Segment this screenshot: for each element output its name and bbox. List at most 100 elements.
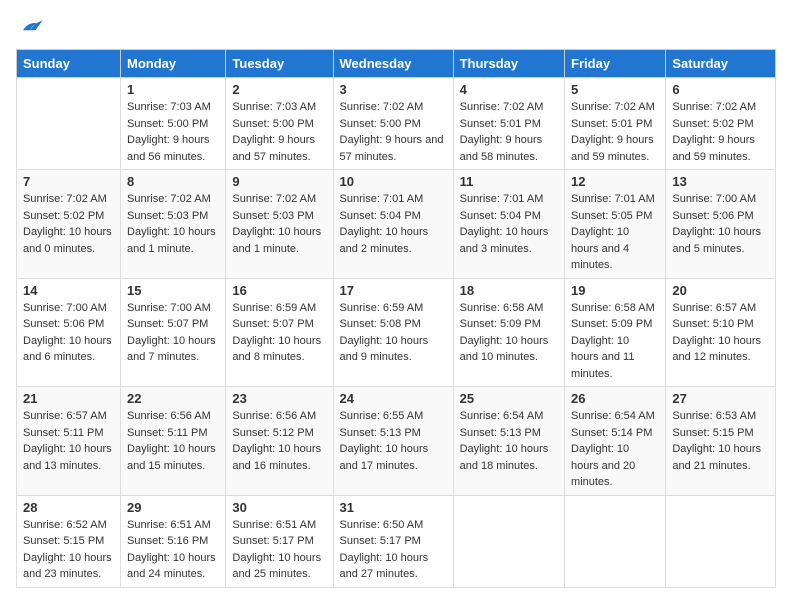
day-number: 27 <box>672 391 769 406</box>
daylight: Daylight: 9 hours and 57 minutes. <box>232 132 326 165</box>
week-row-2: 7 Sunrise: 7:02 AM Sunset: 5:02 PM Dayli… <box>17 170 776 279</box>
sunrise: Sunrise: 6:54 AM <box>571 408 659 425</box>
sunset: Sunset: 5:14 PM <box>571 425 659 442</box>
day-number: 19 <box>571 283 659 298</box>
sunset: Sunset: 5:03 PM <box>232 208 326 225</box>
daylight: Daylight: 10 hours and 21 minutes. <box>672 441 769 474</box>
calendar-cell: 19 Sunrise: 6:58 AM Sunset: 5:09 PM Dayl… <box>565 278 666 387</box>
calendar-cell: 29 Sunrise: 6:51 AM Sunset: 5:16 PM Dayl… <box>121 495 226 587</box>
day-number: 13 <box>672 174 769 189</box>
calendar-cell: 17 Sunrise: 6:59 AM Sunset: 5:08 PM Dayl… <box>333 278 453 387</box>
daylight: Daylight: 10 hours and 13 minutes. <box>23 441 114 474</box>
day-info: Sunrise: 7:02 AM Sunset: 5:00 PM Dayligh… <box>340 99 447 165</box>
sunset: Sunset: 5:05 PM <box>571 208 659 225</box>
day-info: Sunrise: 6:56 AM Sunset: 5:12 PM Dayligh… <box>232 408 326 474</box>
calendar-cell: 1 Sunrise: 7:03 AM Sunset: 5:00 PM Dayli… <box>121 78 226 170</box>
sunset: Sunset: 5:10 PM <box>672 316 769 333</box>
day-info: Sunrise: 7:02 AM Sunset: 5:03 PM Dayligh… <box>232 191 326 257</box>
sunrise: Sunrise: 6:51 AM <box>232 517 326 534</box>
sunset: Sunset: 5:06 PM <box>23 316 114 333</box>
sunset: Sunset: 5:09 PM <box>460 316 558 333</box>
sunrise: Sunrise: 6:59 AM <box>340 300 447 317</box>
day-number: 26 <box>571 391 659 406</box>
sunrise: Sunrise: 6:58 AM <box>571 300 659 317</box>
sunset: Sunset: 5:11 PM <box>127 425 219 442</box>
day-number: 20 <box>672 283 769 298</box>
sunset: Sunset: 5:03 PM <box>127 208 219 225</box>
calendar-cell: 9 Sunrise: 7:02 AM Sunset: 5:03 PM Dayli… <box>226 170 333 279</box>
daylight: Daylight: 10 hours and 16 minutes. <box>232 441 326 474</box>
calendar-cell: 22 Sunrise: 6:56 AM Sunset: 5:11 PM Dayl… <box>121 387 226 496</box>
sunset: Sunset: 5:15 PM <box>672 425 769 442</box>
day-header-friday: Friday <box>565 50 666 78</box>
calendar-cell: 7 Sunrise: 7:02 AM Sunset: 5:02 PM Dayli… <box>17 170 121 279</box>
day-number: 23 <box>232 391 326 406</box>
day-info: Sunrise: 6:59 AM Sunset: 5:08 PM Dayligh… <box>340 300 447 366</box>
sunset: Sunset: 5:17 PM <box>232 533 326 550</box>
calendar-table: SundayMondayTuesdayWednesdayThursdayFrid… <box>16 49 776 588</box>
day-number: 25 <box>460 391 558 406</box>
calendar-cell: 5 Sunrise: 7:02 AM Sunset: 5:01 PM Dayli… <box>565 78 666 170</box>
daylight: Daylight: 10 hours and 25 minutes. <box>232 550 326 583</box>
sunrise: Sunrise: 7:02 AM <box>460 99 558 116</box>
day-number: 24 <box>340 391 447 406</box>
day-info: Sunrise: 6:57 AM Sunset: 5:10 PM Dayligh… <box>672 300 769 366</box>
day-number: 31 <box>340 500 447 515</box>
calendar-cell: 26 Sunrise: 6:54 AM Sunset: 5:14 PM Dayl… <box>565 387 666 496</box>
daylight: Daylight: 10 hours and 17 minutes. <box>340 441 447 474</box>
daylight: Daylight: 10 hours and 18 minutes. <box>460 441 558 474</box>
day-info: Sunrise: 7:02 AM Sunset: 5:02 PM Dayligh… <box>672 99 769 165</box>
sunrise: Sunrise: 7:00 AM <box>672 191 769 208</box>
day-info: Sunrise: 6:54 AM Sunset: 5:13 PM Dayligh… <box>460 408 558 474</box>
day-info: Sunrise: 6:59 AM Sunset: 5:07 PM Dayligh… <box>232 300 326 366</box>
calendar-cell: 27 Sunrise: 6:53 AM Sunset: 5:15 PM Dayl… <box>666 387 776 496</box>
day-number: 8 <box>127 174 219 189</box>
sunset: Sunset: 5:16 PM <box>127 533 219 550</box>
calendar-cell: 18 Sunrise: 6:58 AM Sunset: 5:09 PM Dayl… <box>453 278 564 387</box>
sunrise: Sunrise: 6:57 AM <box>23 408 114 425</box>
day-info: Sunrise: 6:52 AM Sunset: 5:15 PM Dayligh… <box>23 517 114 583</box>
sunset: Sunset: 5:15 PM <box>23 533 114 550</box>
day-info: Sunrise: 6:55 AM Sunset: 5:13 PM Dayligh… <box>340 408 447 474</box>
daylight: Daylight: 10 hours and 7 minutes. <box>127 333 219 366</box>
calendar-cell: 25 Sunrise: 6:54 AM Sunset: 5:13 PM Dayl… <box>453 387 564 496</box>
day-info: Sunrise: 7:03 AM Sunset: 5:00 PM Dayligh… <box>127 99 219 165</box>
calendar-cell: 2 Sunrise: 7:03 AM Sunset: 5:00 PM Dayli… <box>226 78 333 170</box>
daylight: Daylight: 10 hours and 12 minutes. <box>672 333 769 366</box>
day-number: 4 <box>460 82 558 97</box>
week-row-4: 21 Sunrise: 6:57 AM Sunset: 5:11 PM Dayl… <box>17 387 776 496</box>
daylight: Daylight: 10 hours and 3 minutes. <box>460 224 558 257</box>
sunrise: Sunrise: 6:50 AM <box>340 517 447 534</box>
day-info: Sunrise: 6:54 AM Sunset: 5:14 PM Dayligh… <box>571 408 659 491</box>
daylight: Daylight: 10 hours and 1 minute. <box>232 224 326 257</box>
sunrise: Sunrise: 6:53 AM <box>672 408 769 425</box>
calendar-cell: 24 Sunrise: 6:55 AM Sunset: 5:13 PM Dayl… <box>333 387 453 496</box>
daylight: Daylight: 10 hours and 0 minutes. <box>23 224 114 257</box>
day-header-wednesday: Wednesday <box>333 50 453 78</box>
day-number: 29 <box>127 500 219 515</box>
day-info: Sunrise: 6:51 AM Sunset: 5:17 PM Dayligh… <box>232 517 326 583</box>
sunrise: Sunrise: 6:51 AM <box>127 517 219 534</box>
sunrise: Sunrise: 6:52 AM <box>23 517 114 534</box>
sunset: Sunset: 5:07 PM <box>127 316 219 333</box>
daylight: Daylight: 9 hours and 59 minutes. <box>672 132 769 165</box>
sunset: Sunset: 5:02 PM <box>672 116 769 133</box>
calendar-cell: 8 Sunrise: 7:02 AM Sunset: 5:03 PM Dayli… <box>121 170 226 279</box>
daylight: Daylight: 10 hours and 24 minutes. <box>127 550 219 583</box>
daylight: Daylight: 9 hours and 57 minutes. <box>340 132 447 165</box>
sunrise: Sunrise: 7:02 AM <box>127 191 219 208</box>
logo <box>16 16 48 41</box>
day-number: 18 <box>460 283 558 298</box>
daylight: Daylight: 10 hours and 4 minutes. <box>571 224 659 274</box>
day-header-monday: Monday <box>121 50 226 78</box>
sunset: Sunset: 5:04 PM <box>460 208 558 225</box>
sunrise: Sunrise: 6:59 AM <box>232 300 326 317</box>
daylight: Daylight: 10 hours and 27 minutes. <box>340 550 447 583</box>
daylight: Daylight: 9 hours and 56 minutes. <box>127 132 219 165</box>
daylight: Daylight: 9 hours and 58 minutes. <box>460 132 558 165</box>
calendar-cell <box>565 495 666 587</box>
sunrise: Sunrise: 7:00 AM <box>127 300 219 317</box>
sunset: Sunset: 5:00 PM <box>232 116 326 133</box>
calendar-cell: 20 Sunrise: 6:57 AM Sunset: 5:10 PM Dayl… <box>666 278 776 387</box>
daylight: Daylight: 10 hours and 15 minutes. <box>127 441 219 474</box>
